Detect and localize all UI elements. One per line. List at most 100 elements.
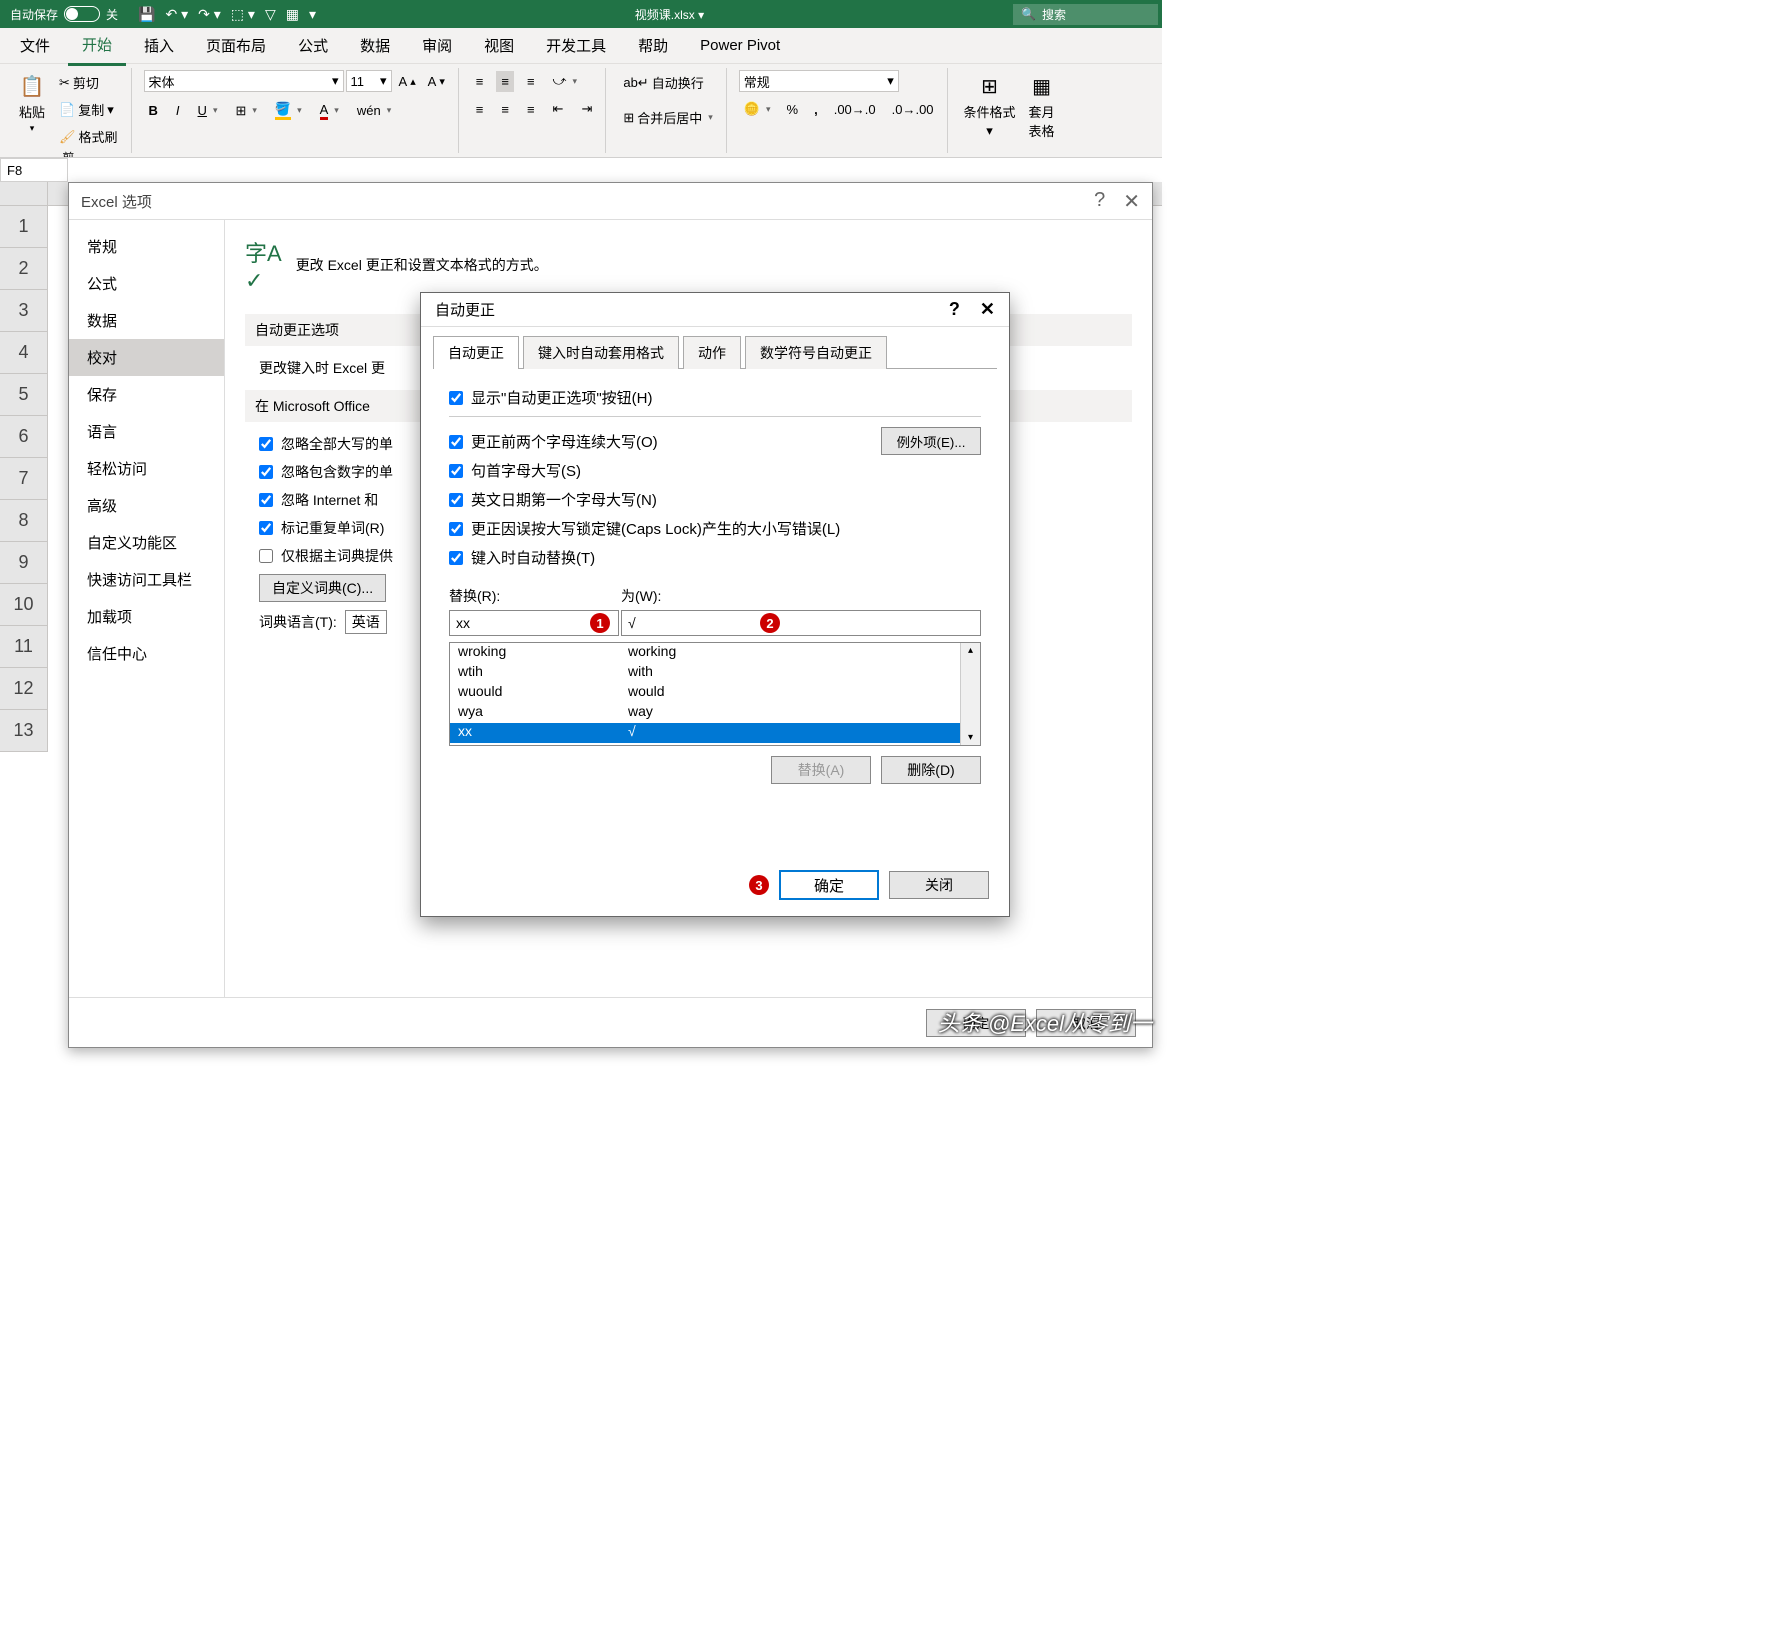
- save-icon[interactable]: 💾: [138, 6, 155, 23]
- conditional-format-button[interactable]: ⊞ 条件格式▾: [960, 70, 1020, 141]
- format-painter-button[interactable]: 🖌格式刷: [54, 124, 123, 149]
- options-nav-item[interactable]: 高级: [69, 487, 224, 524]
- tab-formulas[interactable]: 公式: [284, 27, 342, 64]
- tab-review[interactable]: 审阅: [408, 27, 466, 64]
- options-check[interactable]: [259, 465, 273, 479]
- align-right-icon[interactable]: ≡: [522, 99, 540, 120]
- italic-button[interactable]: I: [171, 100, 185, 121]
- number-format-combo[interactable]: 常规▾: [739, 70, 899, 92]
- tab-autoformat[interactable]: 键入时自动套用格式: [523, 336, 679, 369]
- currency-icon[interactable]: 🪙: [739, 98, 776, 120]
- tab-file[interactable]: 文件: [6, 27, 64, 64]
- chk-replace[interactable]: [449, 551, 463, 565]
- align-center-icon[interactable]: ≡: [496, 99, 514, 120]
- tab-page-layout[interactable]: 页面布局: [192, 27, 280, 64]
- options-nav-item[interactable]: 数据: [69, 302, 224, 339]
- undo-icon[interactable]: ↶ ▾: [165, 6, 188, 23]
- replace-input[interactable]: 1: [449, 610, 619, 636]
- row-header[interactable]: 2: [0, 248, 48, 290]
- tab-data[interactable]: 数据: [346, 27, 404, 64]
- list-item[interactable]: xx√: [450, 723, 960, 743]
- options-nav-item[interactable]: 加载项: [69, 598, 224, 635]
- autocorrect-close-button[interactable]: 关闭: [889, 871, 989, 899]
- indent-dec-icon[interactable]: ⇤: [548, 98, 569, 120]
- row-header[interactable]: 12: [0, 668, 48, 710]
- phonetic-button[interactable]: wén: [352, 100, 396, 121]
- table-style-button[interactable]: ▦ 套月表格: [1024, 70, 1060, 142]
- filter-icon[interactable]: ▽: [265, 6, 276, 23]
- percent-icon[interactable]: %: [782, 99, 804, 120]
- options-nav-item[interactable]: 信任中心: [69, 635, 224, 672]
- chk-show-button[interactable]: [449, 391, 463, 405]
- row-header[interactable]: 9: [0, 542, 48, 584]
- replace-button[interactable]: 替换(A): [771, 756, 871, 784]
- list-item[interactable]: wtihwith: [450, 663, 960, 683]
- scrollbar[interactable]: ▴▾: [960, 643, 980, 745]
- options-check[interactable]: [259, 549, 273, 563]
- redo-icon[interactable]: ↷ ▾: [198, 6, 221, 23]
- options-check[interactable]: [259, 493, 273, 507]
- wrap-text-button[interactable]: ab↵自动换行: [618, 70, 708, 95]
- row-header[interactable]: 1: [0, 206, 48, 248]
- border-button[interactable]: ⊞: [230, 100, 261, 122]
- tab-insert[interactable]: 插入: [130, 27, 188, 64]
- scroll-down-icon[interactable]: ▾: [968, 732, 973, 743]
- paste-button[interactable]: 📋 粘贴 ▾: [14, 70, 50, 136]
- options-check[interactable]: [259, 437, 273, 451]
- merge-center-button[interactable]: ⊞合并后居中: [618, 105, 717, 130]
- options-check[interactable]: [259, 521, 273, 535]
- autocorrect-ok-button[interactable]: 确定: [779, 870, 879, 900]
- indent-inc-icon[interactable]: ⇥: [576, 98, 597, 120]
- copy-button[interactable]: 📄复制 ▾: [54, 97, 123, 122]
- font-color-button[interactable]: A: [315, 99, 344, 123]
- with-input[interactable]: 2: [621, 610, 981, 636]
- tab-help[interactable]: 帮助: [624, 27, 682, 64]
- chk-capslock[interactable]: [449, 522, 463, 536]
- row-header[interactable]: 6: [0, 416, 48, 458]
- close-icon[interactable]: ✕: [1123, 189, 1140, 214]
- options-nav-item[interactable]: 自定义功能区: [69, 524, 224, 561]
- exceptions-button[interactable]: 例外项(E)...: [881, 427, 981, 455]
- options-nav-item[interactable]: 公式: [69, 265, 224, 302]
- tab-home[interactable]: 开始: [68, 26, 126, 66]
- tab-view[interactable]: 视图: [470, 27, 528, 64]
- grow-font-icon[interactable]: A▴: [394, 71, 421, 92]
- row-header[interactable]: 7: [0, 458, 48, 500]
- custom-dictionary-button[interactable]: 自定义词典(C)...: [259, 574, 386, 602]
- list-item[interactable]: wrokingworking: [450, 643, 960, 663]
- help-icon[interactable]: ?: [949, 299, 960, 320]
- options-nav-item[interactable]: 校对: [69, 339, 224, 376]
- row-header[interactable]: 13: [0, 710, 48, 752]
- autocorrect-list[interactable]: wrokingworkingwtihwithwuouldwouldwyawayx…: [449, 642, 981, 746]
- font-name-combo[interactable]: 宋体▾: [144, 70, 344, 92]
- align-bottom-icon[interactable]: ≡: [522, 71, 540, 92]
- inc-decimal-icon[interactable]: .00→.0: [829, 99, 881, 120]
- options-nav-item[interactable]: 轻松访问: [69, 450, 224, 487]
- chk-two-caps[interactable]: [449, 435, 463, 449]
- search-box[interactable]: 🔍 搜索: [1013, 4, 1158, 25]
- qat-more-icon[interactable]: ▾: [309, 6, 316, 23]
- name-box[interactable]: F8: [0, 158, 68, 182]
- fill-color-button[interactable]: 🪣: [270, 98, 307, 123]
- autosave-toggle[interactable]: 自动保存 关: [0, 6, 128, 23]
- row-header[interactable]: 3: [0, 290, 48, 332]
- options-nav-item[interactable]: 保存: [69, 376, 224, 413]
- form-icon[interactable]: ▦: [286, 6, 299, 23]
- options-nav-item[interactable]: 语言: [69, 413, 224, 450]
- close-icon[interactable]: ✕: [980, 299, 995, 320]
- options-nav-item[interactable]: 快速访问工具栏: [69, 561, 224, 598]
- help-icon[interactable]: ?: [1094, 189, 1105, 214]
- list-item[interactable]: wyaway: [450, 703, 960, 723]
- bold-button[interactable]: B: [144, 100, 163, 121]
- tab-autocorrect[interactable]: 自动更正: [433, 336, 519, 369]
- row-header[interactable]: 8: [0, 500, 48, 542]
- tab-developer[interactable]: 开发工具: [532, 27, 620, 64]
- row-header[interactable]: 4: [0, 332, 48, 374]
- align-middle-icon[interactable]: ≡: [496, 71, 514, 92]
- tab-math[interactable]: 数学符号自动更正: [745, 336, 887, 369]
- tab-actions[interactable]: 动作: [683, 336, 741, 369]
- dict-lang-combo[interactable]: 英语: [345, 610, 387, 634]
- cut-button[interactable]: ✂剪切: [54, 70, 123, 95]
- options-nav-item[interactable]: 常规: [69, 228, 224, 265]
- row-header[interactable]: 5: [0, 374, 48, 416]
